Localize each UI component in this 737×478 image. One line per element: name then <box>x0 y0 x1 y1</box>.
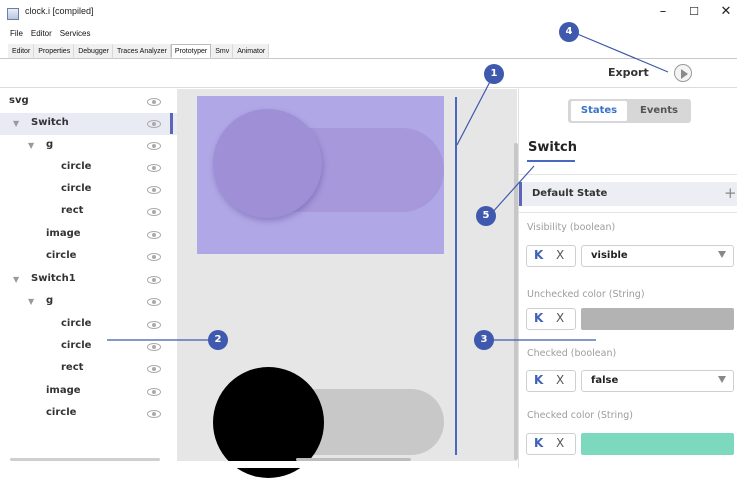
callout-lines <box>107 32 669 341</box>
callout-badge-3: 3 <box>474 330 494 350</box>
callout-badge-5: 5 <box>476 206 496 226</box>
callout-badge-1: 1 <box>484 64 504 84</box>
callout-badge-2: 2 <box>208 330 228 350</box>
callout-badge-4: 4 <box>559 22 579 42</box>
